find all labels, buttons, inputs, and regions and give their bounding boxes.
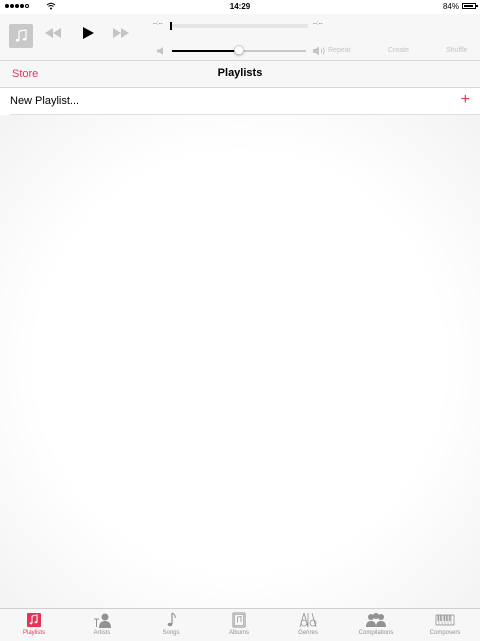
tab-playlists[interactable]: Playlists (4, 611, 64, 641)
tab-songs[interactable]: Songs (141, 611, 201, 641)
page-title: Playlists (217, 67, 263, 79)
tab-composers[interactable]: Composers (415, 611, 475, 641)
volume-low-icon (157, 47, 163, 55)
battery-icon (462, 3, 478, 9)
volume-high-icon (313, 46, 325, 56)
tab-label: Albums (228, 630, 249, 636)
tab-compilations[interactable]: Compilations (346, 611, 406, 641)
tab-genres[interactable]: Genres (278, 611, 338, 641)
elapsed-time: --:-- (153, 21, 163, 27)
rewind-button[interactable] (45, 28, 61, 38)
playlists-icon (27, 613, 41, 627)
tab-label: Artists (93, 630, 111, 636)
create-button[interactable]: Create (388, 47, 409, 54)
fast-forward-button[interactable] (113, 28, 129, 38)
tab-bar: Playlists Artists Songs Albums Genres Co… (0, 608, 480, 641)
tab-label: Playlists (22, 630, 45, 636)
status-time: 14:29 (229, 2, 251, 11)
tab-albums[interactable]: Albums (209, 611, 269, 641)
new-playlist-label: New Playlist... (10, 95, 80, 107)
progress-scrubber[interactable] (170, 22, 308, 30)
status-bar: 14:29 84% (0, 0, 480, 14)
add-playlist-icon[interactable]: + (461, 92, 470, 108)
battery-percentage: 84% (442, 2, 459, 11)
volume-knob[interactable] (234, 45, 244, 55)
tab-label: Composers (429, 630, 461, 636)
albums-icon (232, 612, 246, 628)
shuffle-button[interactable]: Shuffle (446, 47, 468, 54)
genres-icon (299, 612, 317, 628)
compilations-icon (366, 613, 386, 627)
album-art-placeholder[interactable] (9, 24, 33, 48)
music-note-icon (15, 29, 27, 42)
new-playlist-row[interactable]: New Playlist... + (10, 88, 480, 115)
tab-label: Compilations (358, 630, 394, 636)
songs-icon (167, 612, 176, 627)
tab-artists[interactable]: Artists (72, 611, 132, 641)
now-playing-bar: --:-- --:-- Repeat Create Shuffle (0, 14, 480, 61)
artists-icon (94, 613, 111, 628)
remaining-time: --:-- (313, 21, 323, 27)
play-button[interactable] (82, 27, 94, 39)
navigation-bar: Store Playlists (0, 61, 480, 88)
tab-label: Genres (298, 630, 318, 636)
tab-label: Songs (162, 630, 180, 636)
composers-icon (435, 614, 455, 626)
playlist-list-area (0, 115, 480, 608)
repeat-button[interactable]: Repeat (328, 47, 351, 54)
volume-slider[interactable] (172, 45, 306, 55)
